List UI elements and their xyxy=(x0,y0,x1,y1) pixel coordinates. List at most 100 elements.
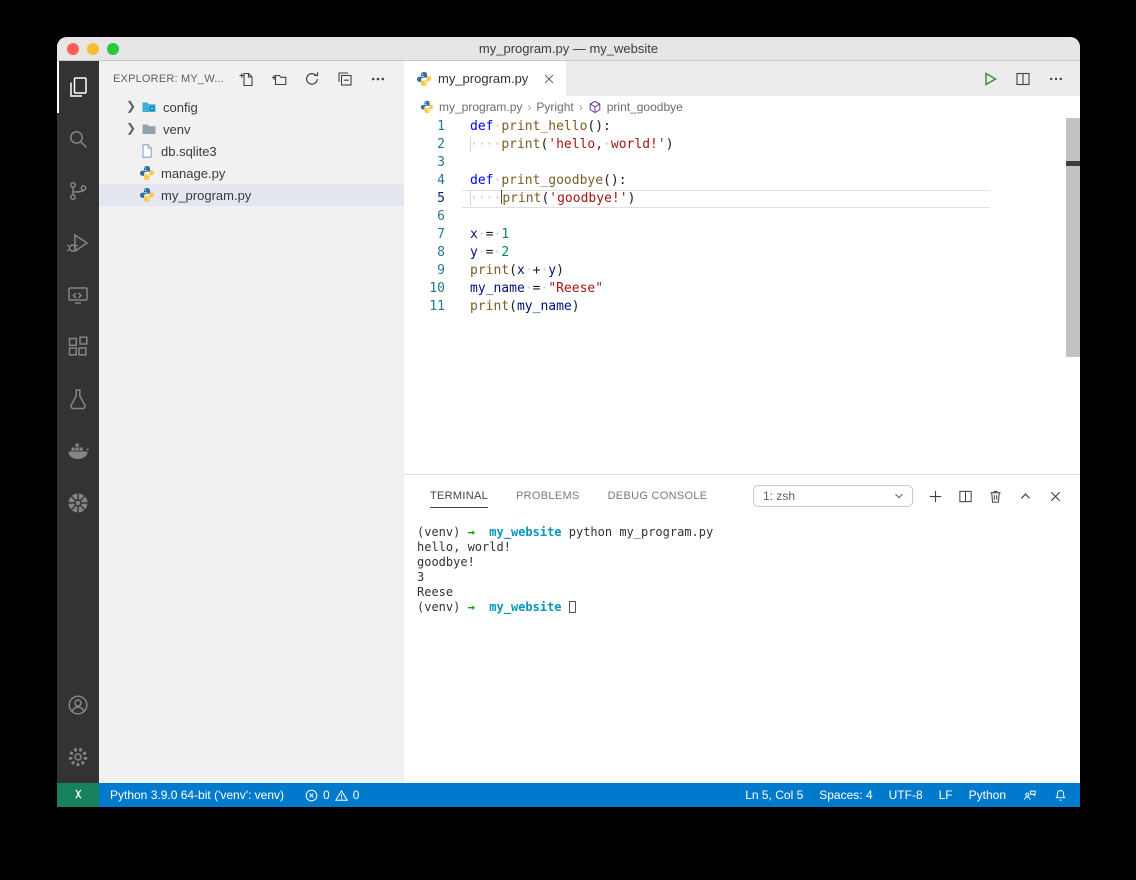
split-editor-icon[interactable] xyxy=(1015,71,1031,87)
activity-testing-icon[interactable] xyxy=(57,373,99,425)
eol[interactable]: LF xyxy=(939,788,953,802)
code-line-8[interactable]: y·=·2 xyxy=(470,244,988,262)
code-token: x xyxy=(517,263,525,278)
breadcrumb-file[interactable]: my_program.py xyxy=(439,100,522,114)
terminal-shell-select[interactable]: 1: zsh xyxy=(753,485,913,507)
kill-terminal-icon[interactable] xyxy=(988,489,1003,504)
terminal-text: Reese xyxy=(417,585,453,599)
scrollbar-cursor-mark xyxy=(1066,161,1080,166)
status-bar: Python 3.9.0 64-bit ('venv': venv) 0 0 L… xyxy=(57,783,1080,807)
editor-scrollbar[interactable] xyxy=(1066,118,1080,357)
line-number: 11 xyxy=(404,298,462,316)
code-token: ) xyxy=(666,137,674,152)
activity-search-icon[interactable] xyxy=(57,113,99,165)
minimize-window-button[interactable] xyxy=(87,43,99,55)
code-editor[interactable]: 1234567891011 def·print_hello():····prin… xyxy=(404,118,1080,474)
new-folder-icon[interactable] xyxy=(271,71,287,87)
activity-extensions-icon[interactable] xyxy=(57,321,99,373)
code-line-11[interactable]: print(my_name) xyxy=(470,298,988,316)
bottom-panel: TERMINAL PROBLEMS DEBUG CONSOLE 1: zsh (ve… xyxy=(404,474,1080,783)
tree-item-label: manage.py xyxy=(161,166,225,181)
indentation[interactable]: Spaces: 4 xyxy=(819,788,872,802)
tree-item-config[interactable]: ❯config xyxy=(99,96,404,118)
code-token: · xyxy=(603,137,611,152)
terminal-line: Reese xyxy=(417,585,1080,600)
activity-docker-icon[interactable] xyxy=(57,425,99,477)
refresh-icon[interactable] xyxy=(304,71,320,87)
code-line-6[interactable] xyxy=(470,208,988,226)
code-token: print_hello xyxy=(501,119,587,134)
activity-remote-explorer-icon[interactable] xyxy=(57,269,99,321)
python-interpreter[interactable]: Python 3.9.0 64-bit ('venv': venv) xyxy=(110,788,284,802)
breadcrumb-scope[interactable]: Pyright xyxy=(536,100,573,114)
maximize-panel-icon[interactable] xyxy=(1018,489,1033,504)
notifications-bell-icon[interactable] xyxy=(1053,788,1068,803)
code-line-1[interactable]: def·print_hello(): xyxy=(470,118,988,136)
close-panel-icon[interactable] xyxy=(1048,489,1063,504)
new-file-icon[interactable] xyxy=(238,71,254,87)
tree-item-label: config xyxy=(163,100,198,115)
code-line-5[interactable]: ····print('goodbye!') xyxy=(470,190,988,208)
panel-tabs: TERMINAL PROBLEMS DEBUG CONSOLE xyxy=(430,484,707,508)
activity-bar-bottom xyxy=(57,679,99,783)
code-line-10[interactable]: my_name·=·"Reese" xyxy=(470,280,988,298)
more-icon[interactable] xyxy=(370,71,386,87)
activity-source-control-icon[interactable] xyxy=(57,165,99,217)
terminal-line: (venv) → my_website python my_program.py xyxy=(417,525,1080,540)
code-line-4[interactable]: def·print_goodbye(): xyxy=(470,172,988,190)
remote-indicator[interactable] xyxy=(57,783,99,807)
code-line-9[interactable]: print(x·+·y) xyxy=(470,262,988,280)
tab-label: my_program.py xyxy=(438,71,528,86)
terminal-text xyxy=(562,600,569,614)
code-lines: def·print_hello():····print('hello,·worl… xyxy=(470,118,988,316)
status-right-items: Ln 5, Col 5 Spaces: 4 UTF-8 LF Python xyxy=(745,788,1006,802)
tab-my-program[interactable]: my_program.py xyxy=(404,61,566,96)
code-token: 'hello, xyxy=(548,137,603,152)
activity-kubernetes-icon[interactable] xyxy=(57,477,99,529)
status-left: Python 3.9.0 64-bit ('venv': venv) 0 0 xyxy=(99,788,359,803)
code-line-7[interactable]: x·=·1 xyxy=(470,226,988,244)
new-terminal-icon[interactable] xyxy=(928,489,943,504)
run-python-file-icon[interactable] xyxy=(982,71,998,87)
line-number: 5 xyxy=(404,190,462,208)
line-number: 6 xyxy=(404,208,462,226)
tree-item-my_program.py[interactable]: my_program.py xyxy=(99,184,404,206)
panel-tab-problems[interactable]: PROBLEMS xyxy=(516,484,580,508)
language-mode[interactable]: Python xyxy=(969,788,1006,802)
split-terminal-icon[interactable] xyxy=(958,489,973,504)
terminal-text: python my_program.py xyxy=(562,525,714,539)
code-token: (): xyxy=(587,119,610,134)
cursor-position[interactable]: Ln 5, Col 5 xyxy=(745,788,803,802)
feedback-icon[interactable] xyxy=(1022,788,1037,803)
activity-explorer-icon[interactable] xyxy=(57,61,99,113)
minimap[interactable] xyxy=(988,118,1066,178)
terminal-output[interactable]: (venv) → my_website python my_program.py… xyxy=(404,517,1080,615)
code-line-3[interactable] xyxy=(470,154,988,172)
code-token: print xyxy=(470,299,509,314)
more-actions-icon[interactable] xyxy=(1048,71,1064,87)
close-tab-icon[interactable] xyxy=(542,72,556,86)
title-bar[interactable]: my_program.py — my_website xyxy=(57,37,1080,61)
tree-item-manage.py[interactable]: manage.py xyxy=(99,162,404,184)
panel-tab-terminal[interactable]: TERMINAL xyxy=(430,484,488,508)
terminal-text: hello, world! xyxy=(417,540,511,554)
panel-tab-debug-console[interactable]: DEBUG CONSOLE xyxy=(608,484,708,508)
code-line-2[interactable]: ····print('hello,·world!') xyxy=(470,136,988,154)
line-number: 10 xyxy=(404,280,462,298)
encoding[interactable]: UTF-8 xyxy=(889,788,923,802)
activity-settings-icon[interactable] xyxy=(57,731,99,783)
collapse-all-icon[interactable] xyxy=(337,71,353,87)
tree-item-venv[interactable]: ❯venv xyxy=(99,118,404,140)
python-interpreter-label: Python 3.9.0 64-bit ('venv': venv) xyxy=(110,788,284,802)
zoom-window-button[interactable] xyxy=(107,43,119,55)
close-window-button[interactable] xyxy=(67,43,79,55)
activity-bar-top xyxy=(57,61,99,529)
minimap-current-line xyxy=(988,129,1066,133)
status-right: Ln 5, Col 5 Spaces: 4 UTF-8 LF Python xyxy=(745,788,1080,803)
problems-indicator[interactable]: 0 0 xyxy=(304,788,359,803)
tree-item-db.sqlite3[interactable]: db.sqlite3 xyxy=(99,140,404,162)
activity-accounts-icon[interactable] xyxy=(57,679,99,731)
activity-run-debug-icon[interactable] xyxy=(57,217,99,269)
breadcrumb-symbol[interactable]: print_goodbye xyxy=(607,100,683,114)
terminal-text xyxy=(475,600,489,614)
